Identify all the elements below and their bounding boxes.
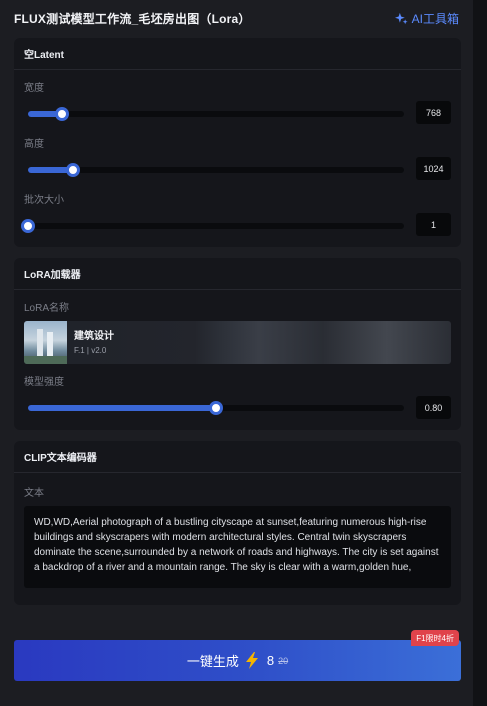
- height-value-input[interactable]: 1024: [416, 157, 451, 180]
- clip-card: CLIP文本编码器 文本 WD,WD,Aerial photograph of …: [14, 441, 461, 605]
- height-label: 高度: [24, 139, 44, 150]
- height-slider[interactable]: [28, 163, 404, 177]
- width-slider-thumb[interactable]: [54, 107, 69, 121]
- lora-card-title: LoRA加载器: [14, 258, 461, 290]
- batch-size-value-input[interactable]: 1: [416, 213, 451, 236]
- strength-slider-fill: [28, 405, 216, 411]
- lora-name-label: LoRA名称: [24, 303, 70, 314]
- lora-card: LoRA加载器 LoRA名称 建筑设计 F.1 | v2.0 模型强度 0.80: [14, 258, 461, 430]
- strength-value-input[interactable]: 0.80: [416, 396, 451, 419]
- page-title: FLUX测试模型工作流_毛坯房出图（Lora）: [14, 11, 251, 26]
- strength-slider[interactable]: [28, 401, 404, 415]
- lightning-icon: [245, 652, 258, 669]
- lora-model-selector[interactable]: 建筑设计 F.1 | v2.0: [24, 321, 451, 364]
- batch-size-label: 批次大小: [24, 195, 64, 206]
- latent-card-title: 空Latent: [14, 38, 461, 70]
- ai-tools-link[interactable]: AI工具箱: [394, 10, 459, 27]
- generate-button[interactable]: 一键生成 8 20: [14, 640, 461, 681]
- width-label: 宽度: [24, 83, 44, 94]
- generate-cost: 8: [266, 653, 275, 668]
- ai-tools-label: AI工具箱: [411, 11, 459, 26]
- clip-card-title: CLIP文本编码器: [14, 441, 461, 473]
- text-label: 文本: [24, 488, 44, 499]
- header: FLUX测试模型工作流_毛坯房出图（Lora） AI工具箱: [0, 0, 487, 36]
- batch-size-slider-thumb[interactable]: [21, 219, 35, 233]
- scrollbar[interactable]: [473, 0, 487, 706]
- sparkle-icon: [394, 12, 408, 24]
- generate-original-cost: 20: [278, 655, 289, 666]
- strength-slider-thumb[interactable]: [209, 401, 223, 415]
- width-value-input[interactable]: 768: [416, 101, 451, 124]
- generate-label: 一键生成: [186, 654, 239, 669]
- batch-size-slider[interactable]: [21, 219, 404, 233]
- lora-model-name: 建筑设计: [74, 331, 114, 342]
- height-slider-thumb[interactable]: [66, 163, 81, 177]
- lora-model-meta: F.1 | v2.0: [74, 346, 107, 355]
- latent-card: 空Latent 宽度 768 高度 1024 批次大小 1: [14, 38, 461, 247]
- strength-label: 模型强度: [24, 377, 64, 388]
- prompt-textarea[interactable]: WD,WD,Aerial photograph of a bustling ci…: [24, 506, 451, 588]
- discount-badge: F1限时4折: [411, 630, 459, 646]
- lora-model-thumbnail: [24, 321, 67, 364]
- width-slider[interactable]: [28, 107, 404, 121]
